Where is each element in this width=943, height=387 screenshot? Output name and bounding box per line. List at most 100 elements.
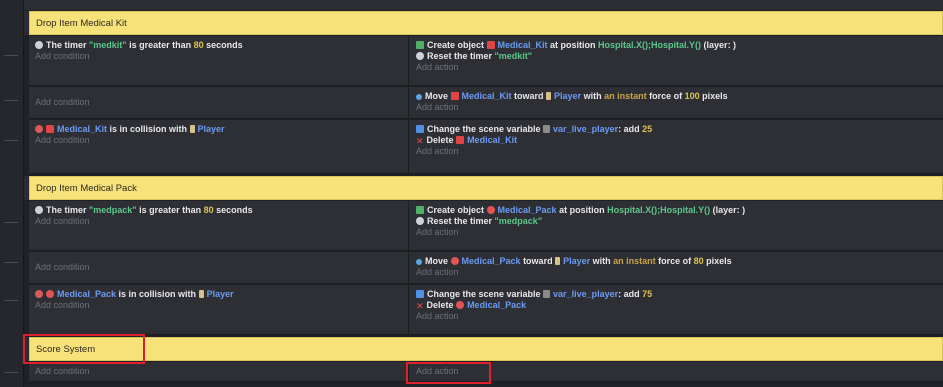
action-change-variable[interactable]: Change the scene variable var_live_playe… — [416, 289, 943, 300]
event-medpack-timer[interactable]: The timer "medpack" is greater than 80 s… — [29, 201, 943, 251]
condition-timer[interactable]: The timer "medpack" is greater than 80 s… — [35, 205, 408, 216]
add-action-link[interactable]: Add action — [416, 62, 943, 73]
condition-text: is greater than — [136, 205, 204, 215]
medical-kit-icon — [46, 125, 54, 133]
event-medkit-collision[interactable]: Medical_Kit is in collision with Player … — [29, 120, 943, 174]
actions-column[interactable]: Move Medical_Kit toward Player with an i… — [410, 87, 943, 118]
conditions-column[interactable]: The timer "medkit" is greater than 80 se… — [29, 36, 409, 85]
gutter-tick — [4, 140, 18, 141]
condition-text: is in collision with — [107, 124, 190, 134]
conditions-column[interactable]: The timer "medpack" is greater than 80 s… — [29, 201, 409, 250]
move-icon — [416, 259, 422, 265]
condition-text: seconds — [213, 205, 253, 215]
position-expression: Hospital.X();Hospital.Y() — [598, 40, 702, 50]
top-strip — [24, 0, 943, 10]
player-icon — [189, 125, 195, 133]
object-name: Medical_Pack — [461, 256, 521, 266]
timer-icon — [416, 217, 424, 225]
object-name: Medical_Kit — [57, 124, 108, 134]
medical-pack-icon — [46, 290, 54, 298]
object-name: Medical_Kit — [461, 91, 512, 101]
actions-column[interactable]: Create object Medical_Pack at position H… — [410, 201, 943, 250]
action-text: Delete — [426, 300, 457, 310]
medical-kit-icon — [450, 92, 459, 100]
variable-icon — [543, 290, 551, 298]
object-name: Medical_Pack — [467, 300, 527, 310]
add-condition-link[interactable]: Add condition — [35, 97, 408, 108]
variable-icon — [543, 125, 551, 133]
action-move-toward[interactable]: Move Medical_Kit toward Player with an i… — [416, 91, 943, 102]
medical-pack-icon — [486, 206, 495, 214]
player-icon — [198, 290, 204, 298]
add-condition-link[interactable]: Add condition — [35, 216, 408, 227]
add-condition-link[interactable]: Add condition — [35, 366, 408, 377]
event-medkit-move[interactable]: Add condition Move Medical_Kit toward Pl… — [29, 87, 943, 119]
action-text: : add — [618, 289, 643, 299]
timer-name: "medkit" — [89, 40, 127, 50]
action-text: Create object — [427, 40, 487, 50]
action-delete-object[interactable]: ✕ Delete Medical_Kit — [416, 135, 943, 146]
add-action-link[interactable]: Add action — [416, 366, 943, 377]
player-icon — [546, 92, 552, 100]
force-value: 100 — [684, 91, 700, 101]
action-change-variable[interactable]: Change the scene variable var_live_playe… — [416, 124, 943, 135]
target-object-name: Player — [206, 289, 234, 299]
add-value: 75 — [642, 289, 653, 299]
seconds-value: 80 — [203, 205, 214, 215]
gutter-tick — [4, 262, 18, 263]
conditions-column[interactable]: Medical_Kit is in collision with Player … — [29, 120, 409, 173]
action-text: pixels — [699, 91, 728, 101]
action-text: force of — [646, 91, 685, 101]
player-icon — [555, 257, 561, 265]
variable-name: var_live_player — [553, 124, 619, 134]
action-text: toward — [511, 91, 547, 101]
event-medpack-move[interactable]: Add condition Move Medical_Pack toward P… — [29, 252, 943, 284]
condition-collision[interactable]: Medical_Pack is in collision with Player — [35, 289, 408, 300]
conditions-column[interactable]: Add condition — [29, 252, 409, 283]
action-text: Change the scene variable — [427, 289, 544, 299]
force-type: an instant — [604, 91, 647, 101]
actions-column[interactable]: Move Medical_Pack toward Player with an … — [410, 252, 943, 283]
highlight-add-action — [406, 362, 491, 384]
action-text: Reset the timer — [427, 51, 495, 61]
group-header-medical-kit[interactable]: Drop Item Medical Kit — [29, 11, 943, 35]
action-move-toward[interactable]: Move Medical_Pack toward Player with an … — [416, 256, 943, 267]
event-medkit-timer[interactable]: The timer "medkit" is greater than 80 se… — [29, 36, 943, 86]
object-name: Medical_Kit — [467, 135, 518, 145]
action-reset-timer[interactable]: Reset the timer "medpack" — [416, 216, 943, 227]
add-condition-link[interactable]: Add condition — [35, 262, 408, 273]
action-create-object[interactable]: Create object Medical_Kit at position Ho… — [416, 40, 943, 51]
add-action-link[interactable]: Add action — [416, 102, 943, 113]
variable-name: var_live_player — [553, 289, 619, 299]
group-header-score-system[interactable]: Score System — [29, 337, 943, 361]
medical-pack-icon — [450, 257, 459, 265]
action-text: force of — [655, 256, 694, 266]
object-name: Medical_Pack — [57, 289, 117, 299]
conditions-column[interactable]: Add condition — [29, 87, 409, 118]
actions-column[interactable]: Change the scene variable var_live_playe… — [410, 285, 943, 334]
actions-column[interactable]: Create object Medical_Kit at position Ho… — [410, 36, 943, 85]
action-delete-object[interactable]: ✕ Delete Medical_Pack — [416, 300, 943, 311]
add-condition-link[interactable]: Add condition — [35, 135, 408, 146]
action-text: toward — [520, 256, 556, 266]
conditions-column[interactable]: Add condition — [29, 362, 409, 381]
add-action-link[interactable]: Add action — [416, 227, 943, 238]
add-condition-link[interactable]: Add condition — [35, 51, 408, 62]
add-action-link[interactable]: Add action — [416, 311, 943, 322]
add-action-link[interactable]: Add action — [416, 146, 943, 157]
timer-name: "medpack" — [494, 216, 543, 226]
action-create-object[interactable]: Create object Medical_Pack at position H… — [416, 205, 943, 216]
event-medpack-collision[interactable]: Medical_Pack is in collision with Player… — [29, 285, 943, 335]
condition-collision[interactable]: Medical_Kit is in collision with Player — [35, 124, 408, 135]
condition-timer[interactable]: The timer "medkit" is greater than 80 se… — [35, 40, 408, 51]
action-text: Reset the timer — [427, 216, 495, 226]
action-reset-timer[interactable]: Reset the timer "medkit" — [416, 51, 943, 62]
add-condition-link[interactable]: Add condition — [35, 300, 408, 311]
condition-text: is in collision with — [116, 289, 199, 299]
group-header-medical-pack[interactable]: Drop Item Medical Pack — [29, 176, 943, 200]
actions-column[interactable]: Change the scene variable var_live_playe… — [410, 120, 943, 173]
add-action-link[interactable]: Add action — [416, 267, 943, 278]
action-text: (layer: ) — [701, 40, 737, 50]
action-text: Delete — [426, 135, 457, 145]
conditions-column[interactable]: Medical_Pack is in collision with Player… — [29, 285, 409, 334]
